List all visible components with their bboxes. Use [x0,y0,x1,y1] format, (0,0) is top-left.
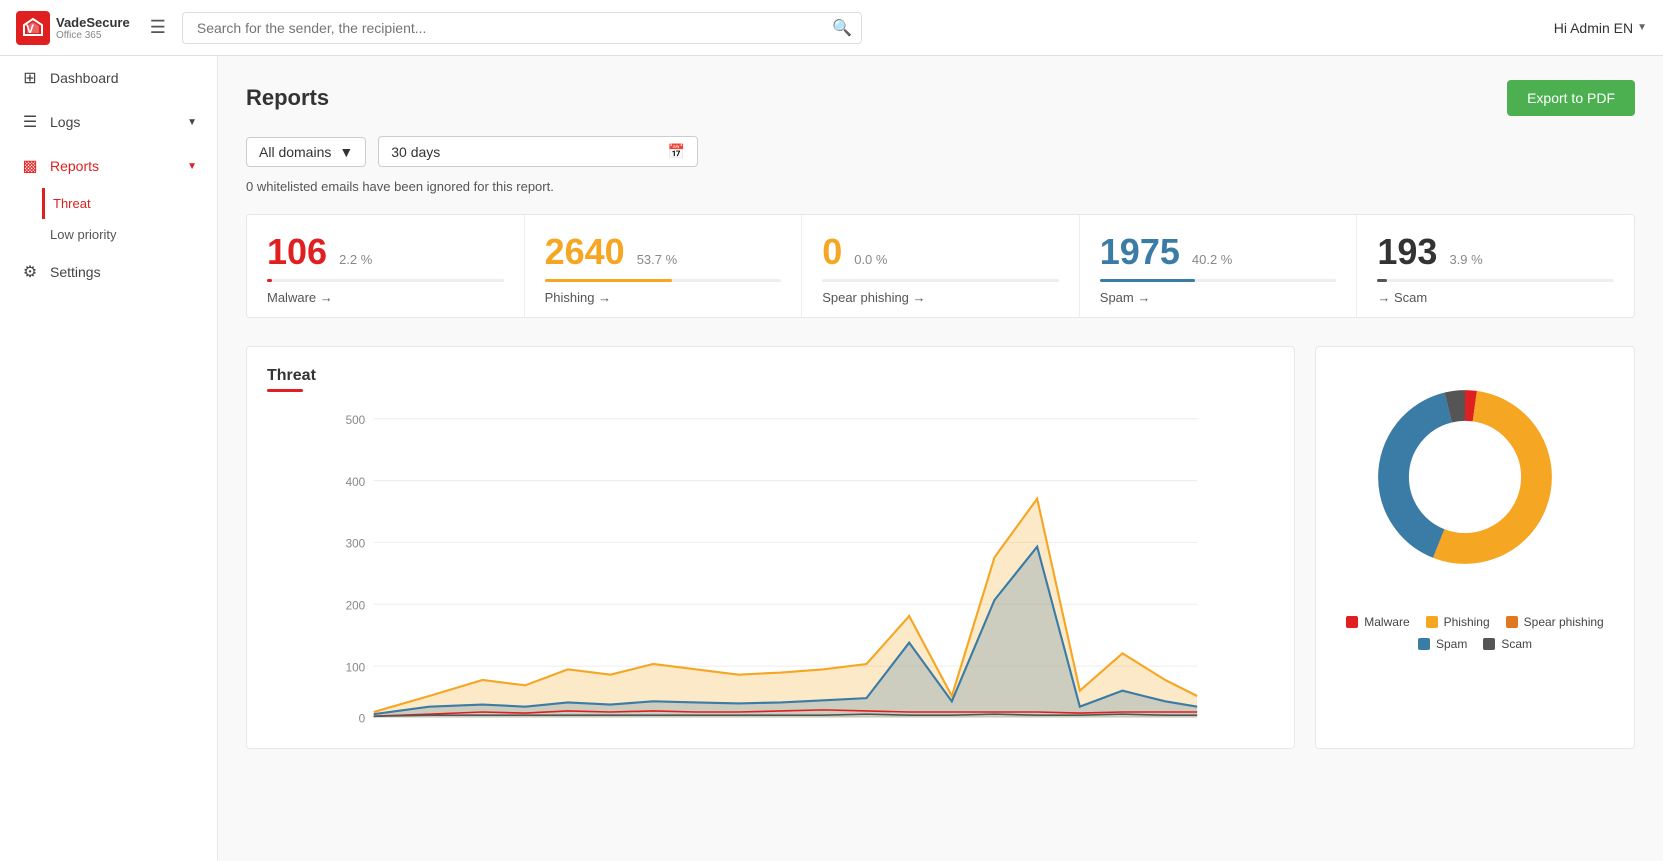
svg-text:400: 400 [346,476,366,489]
page-title: Reports [246,85,329,111]
legend-phishing: Phishing [1426,615,1490,629]
malware-count: 106 [267,231,327,273]
stat-spam: 1975 40.2 % Spam → [1080,215,1358,317]
legend-dot-spear-phishing [1506,616,1518,628]
sidebar: ⊞ Dashboard ☰ Logs ▼ ▩ Reports ▼ Threat … [0,56,218,861]
legend-dot-spam [1418,638,1430,650]
svg-text:V: V [26,22,34,36]
menu-toggle[interactable]: ☰ [150,17,166,38]
chart-title-underline [267,389,303,392]
sidebar-item-reports[interactable]: ▩ Reports ▼ [0,144,217,188]
legend-dot-scam [1483,638,1495,650]
spam-label[interactable]: Spam → [1100,290,1337,305]
legend-spear-phishing: Spear phishing [1506,615,1604,629]
domain-caret-icon: ▼ [339,144,353,160]
reports-header: Reports Export to PDF [246,80,1635,116]
top-bar: V VadeSecure Office 365 ☰ 🔍 Hi Admin EN … [0,0,1663,56]
svg-text:500: 500 [346,414,366,427]
donut-legend: Malware Phishing Spear phishing Spa [1336,615,1614,651]
logs-caret-icon: ▼ [187,117,197,128]
spam-percent: 40.2 % [1192,252,1232,267]
scam-count: 193 [1377,231,1437,273]
donut-svg [1355,367,1575,587]
phishing-label[interactable]: Phishing → [545,290,782,305]
logs-icon: ☰ [20,112,40,132]
svg-text:200: 200 [346,600,366,613]
sidebar-item-settings[interactable]: ⚙ Settings [0,250,217,294]
domain-filter[interactable]: All domains ▼ [246,137,366,167]
search-input[interactable] [182,12,862,44]
sidebar-item-logs[interactable]: ☰ Logs ▼ [0,100,217,144]
main-content: Reports Export to PDF All domains ▼ 30 d… [218,56,1663,861]
legend-dot-malware [1346,616,1358,628]
scam-percent: 3.9 % [1449,252,1482,267]
phishing-count: 2640 [545,231,625,273]
export-pdf-button[interactable]: Export to PDF [1507,80,1635,116]
legend-malware: Malware [1346,615,1409,629]
legend-spam: Spam [1418,637,1467,651]
spam-count: 1975 [1100,231,1180,273]
stat-scam: 193 3.9 % → Scam [1357,215,1634,317]
svg-text:100: 100 [346,661,366,674]
reports-caret-icon: ▼ [187,161,197,172]
chart-title: Threat [267,367,1274,385]
search-icon: 🔍 [832,18,852,38]
logo-text: VadeSecure Office 365 [56,15,130,41]
user-caret-icon[interactable]: ▼ [1637,22,1647,33]
donut-chart-card: Malware Phishing Spear phishing Spa [1315,346,1635,749]
app-layout: V VadeSecure Office 365 ☰ 🔍 Hi Admin EN … [0,0,1663,861]
ignored-note: 0 whitelisted emails have been ignored f… [246,179,1635,194]
malware-percent: 2.2 % [339,252,372,267]
spear-phishing-label[interactable]: Spear phishing → [822,290,1059,305]
user-info: Hi Admin EN ▼ [1554,20,1647,36]
legend-dot-phishing [1426,616,1438,628]
chart-section: Threat 500 400 300 200 100 0 [246,346,1635,749]
scam-label[interactable]: → Scam [1377,290,1614,305]
stat-phishing: 2640 53.7 % Phishing → [525,215,803,317]
donut-container [1355,367,1595,607]
settings-icon: ⚙ [20,262,40,282]
reports-submenu: Threat Low priority [0,188,217,250]
chart-container: 500 400 300 200 100 0 [267,408,1274,728]
reports-icon: ▩ [20,156,40,176]
malware-label[interactable]: Malware → [267,290,504,305]
spear-phishing-count: 0 [822,231,842,273]
sidebar-sub-item-low-priority[interactable]: Low priority [50,219,217,250]
threat-chart-card: Threat 500 400 300 200 100 0 [246,346,1295,749]
spear-phishing-percent: 0.0 % [854,252,887,267]
threat-line-chart: 500 400 300 200 100 0 [267,408,1274,728]
main-layout: ⊞ Dashboard ☰ Logs ▼ ▩ Reports ▼ Threat … [0,56,1663,861]
phishing-percent: 53.7 % [637,252,677,267]
filters-row: All domains ▼ 30 days 📅 [246,136,1635,167]
calendar-icon: 📅 [668,143,685,160]
svg-text:0: 0 [359,713,366,726]
legend-scam: Scam [1483,637,1532,651]
date-filter[interactable]: 30 days 📅 [378,136,698,167]
sidebar-sub-item-threat[interactable]: Threat [42,188,217,219]
logo-area: V VadeSecure Office 365 [16,11,130,45]
stats-row: 106 2.2 % Malware → 2640 53.7 % Phishing… [246,214,1635,318]
sidebar-item-dashboard[interactable]: ⊞ Dashboard [0,56,217,100]
search-box: 🔍 [182,12,862,44]
logo-icon: V [16,11,50,45]
svg-text:300: 300 [346,538,366,551]
stat-malware: 106 2.2 % Malware → [247,215,525,317]
dashboard-icon: ⊞ [20,68,40,88]
stat-spear-phishing: 0 0.0 % Spear phishing → [802,215,1080,317]
